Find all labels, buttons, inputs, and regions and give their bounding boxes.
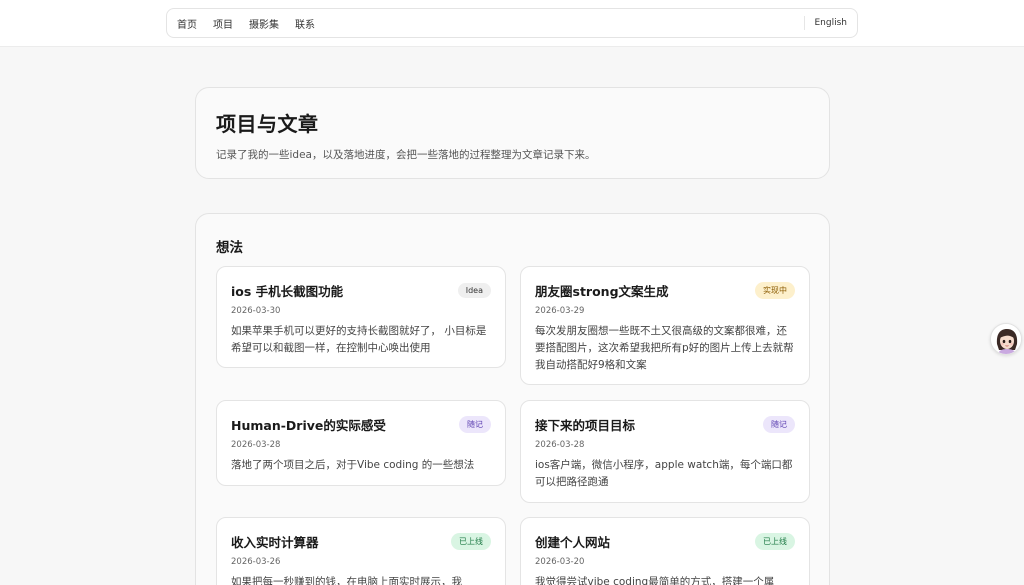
- page-title: 项目与文章: [216, 112, 319, 136]
- card-header: Human-Drive的实际感受 随记: [231, 415, 491, 434]
- card-description: 如果苹果手机可以更好的支持长截图就好了， 小目标是希望可以和截图一样，在控制中心…: [231, 325, 487, 354]
- card-date: 2026-03-26: [231, 557, 281, 567]
- card-date: 2026-03-20: [535, 557, 585, 567]
- card-header: ios 手机长截图功能 Idea: [231, 281, 491, 300]
- idea-card[interactable]: 收入实时计算器 已上线 2026-03-26 如果把每一秒赚到的钱，在电脑上面实…: [216, 517, 506, 585]
- card-header: 创建个人网站 已上线: [535, 532, 795, 551]
- status-badge: 随记: [763, 416, 795, 433]
- card-title: 创建个人网站: [535, 535, 611, 550]
- card-title: ios 手机长截图功能: [231, 284, 344, 299]
- assistant-avatar[interactable]: [990, 323, 1022, 355]
- card-description: 落地了两个项目之后，对于Vibe coding 的一些想法: [231, 459, 475, 471]
- navbar: 首页 项目 摄影集 联系 English: [166, 8, 858, 38]
- page-subtitle: 记录了我的一些idea，以及落地进度，会把一些落地的过程整理为文章记录下来。: [216, 149, 596, 161]
- idea-card[interactable]: Human-Drive的实际感受 随记 2026-03-28 落地了两个项目之后…: [216, 400, 506, 486]
- card-description: 如果把每一秒赚到的钱，在电脑上面实时展示，我: [231, 576, 462, 585]
- card-date: 2026-03-30: [231, 306, 281, 316]
- card-description: ios客户端，微信小程序，apple watch端，每个端口都可以把路径跑通: [535, 459, 793, 488]
- card-title: 收入实时计算器: [231, 535, 319, 550]
- card-date: 2026-03-28: [231, 440, 281, 450]
- card-header: 接下来的项目目标 随记: [535, 415, 795, 434]
- card-date: 2026-03-28: [535, 440, 585, 450]
- card-title: 朋友圈strong文案生成: [535, 284, 669, 299]
- status-badge: 随记: [459, 416, 491, 433]
- status-badge: 实现中: [755, 282, 795, 299]
- nav-right: English: [803, 9, 848, 37]
- nav-divider: [803, 16, 805, 30]
- ideas-section: 想法 ios 手机长截图功能 Idea 2026-03-30 如果苹果手机可以更…: [195, 213, 830, 585]
- nav-item-photography[interactable]: 摄影集: [249, 16, 279, 31]
- idea-card[interactable]: 接下来的项目目标 随记 2026-03-28 ios客户端，微信小程序，appl…: [520, 400, 810, 503]
- card-description: 我觉得尝试vibe coding最简单的方式，搭建一个属: [535, 576, 775, 585]
- nav-item-contact[interactable]: 联系: [295, 16, 315, 31]
- card-header: 收入实时计算器 已上线: [231, 532, 491, 551]
- idea-card[interactable]: 朋友圈strong文案生成 实现中 2026-03-29 每次发朋友圈想一些既不…: [520, 266, 810, 385]
- card-header: 朋友圈strong文案生成 实现中: [535, 281, 795, 300]
- status-badge: 已上线: [755, 533, 795, 550]
- status-badge: Idea: [457, 283, 491, 298]
- idea-card[interactable]: 创建个人网站 已上线 2026-03-20 我觉得尝试vibe coding最简…: [520, 517, 810, 585]
- ideas-title: 想法: [216, 240, 243, 256]
- status-badge: 已上线: [451, 533, 491, 550]
- hero-card: 项目与文章 记录了我的一些idea，以及落地进度，会把一些落地的过程整理为文章记…: [195, 87, 830, 179]
- card-description: 每次发朋友圈想一些既不土又很高级的文案都很难，还要搭配图片，这次希望我把所有p好…: [535, 325, 794, 371]
- language-toggle[interactable]: English: [815, 18, 848, 28]
- nav-links: 首页 项目 摄影集 联系: [177, 16, 315, 31]
- idea-card[interactable]: ios 手机长截图功能 Idea 2026-03-30 如果苹果手机可以更好的支…: [216, 266, 506, 368]
- avatar-girl-icon: [991, 324, 1021, 354]
- nav-item-projects[interactable]: 项目: [213, 16, 233, 31]
- card-title: 接下来的项目目标: [535, 418, 636, 433]
- nav-item-home[interactable]: 首页: [177, 16, 197, 31]
- card-title: Human-Drive的实际感受: [231, 418, 386, 433]
- card-date: 2026-03-29: [535, 306, 585, 316]
